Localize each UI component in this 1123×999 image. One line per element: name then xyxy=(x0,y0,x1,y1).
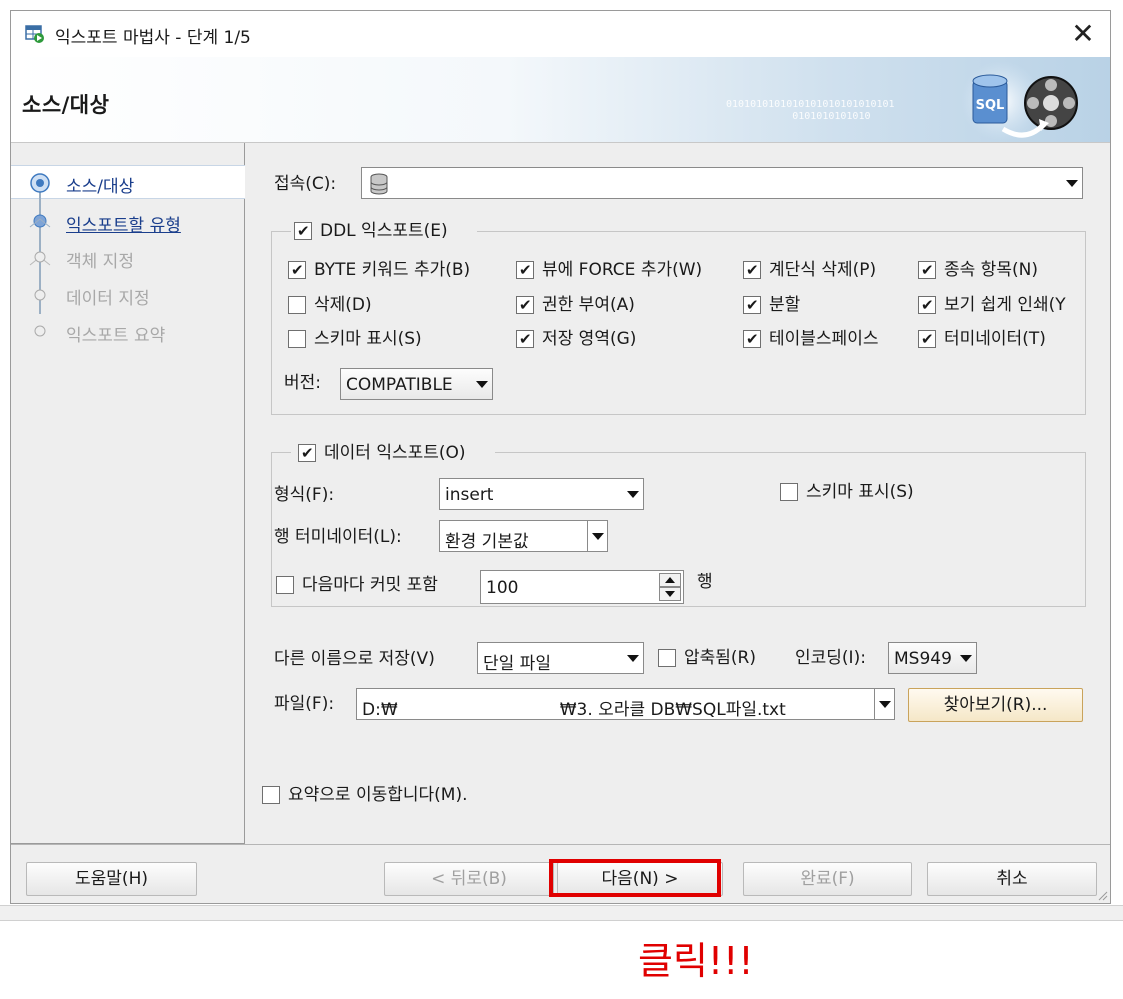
data-schema-checkbox[interactable] xyxy=(780,483,798,501)
chevron-down-icon xyxy=(476,381,488,388)
file-label: 파일(F): xyxy=(274,694,335,714)
compress-checkbox[interactable] xyxy=(658,649,676,667)
sql-export-graphic-icon: SQL xyxy=(961,61,1078,141)
format-label: 형식(F): xyxy=(274,485,335,505)
go-to-summary-checkbox[interactable] xyxy=(262,786,280,804)
step-specify-data: 데이터 지정 xyxy=(66,289,150,309)
back-button[interactable]: < 뒤로(B) xyxy=(384,862,554,896)
click-annotation: 클릭!!! xyxy=(638,939,754,983)
commit-label: 다음마다 커밋 포함 xyxy=(302,575,438,595)
format-select[interactable]: insert xyxy=(439,478,644,510)
step-export-type[interactable]: 익스포트할 유형 xyxy=(66,211,181,236)
steps-track-icon xyxy=(29,173,51,337)
page-title: 소스/대상 xyxy=(22,93,110,117)
ddl-option-label: 뷰에 FORCE 추가(W) xyxy=(542,260,703,280)
resize-grip-icon[interactable] xyxy=(1096,889,1108,901)
chevron-down-icon xyxy=(627,491,639,498)
file-path-combobox[interactable]: D:₩ ₩3. 오라클 DB₩SQL파일.txt xyxy=(356,688,895,720)
encoding-label: 인코딩(I): xyxy=(795,648,866,668)
chevron-down-icon xyxy=(587,521,607,551)
ddl-option-label: 삭제(D) xyxy=(314,295,372,315)
ddl-option-label: 저장 영역(G) xyxy=(542,329,637,349)
chevron-down-icon xyxy=(1066,180,1078,187)
next-button-highlight-box xyxy=(549,859,721,897)
encoding-select[interactable]: MS949 xyxy=(888,642,977,674)
row-terminator-select[interactable]: 환경 기본값 xyxy=(439,520,608,552)
file-path-value: D:₩ ₩3. 오라클 DB₩SQL파일.txt xyxy=(362,700,786,720)
commit-value: 100 xyxy=(486,578,519,598)
encoding-value: MS949 xyxy=(894,649,952,669)
version-value: COMPATIBLE xyxy=(346,375,453,395)
commit-unit-label: 행 xyxy=(697,572,713,592)
sql-badge: SQL xyxy=(976,98,1005,113)
ddl-option-label: BYTE 키워드 추가(B) xyxy=(314,260,471,280)
save-as-label: 다른 이름으로 저장(V) xyxy=(274,649,435,669)
spinner-arrows-icon[interactable] xyxy=(659,573,681,601)
commit-stepper[interactable]: 100 xyxy=(480,570,684,604)
connection-select[interactable] xyxy=(361,167,1083,199)
compress-label: 압축됨(R) xyxy=(684,648,756,668)
ddl-option-label: 분할 xyxy=(769,295,801,315)
step-source-target[interactable]: 소스/대상 xyxy=(66,172,134,197)
title-bar: 익스포트 마법사 - 단계 1/5 ✕ xyxy=(11,11,1110,57)
format-value: insert xyxy=(445,485,494,505)
database-icon xyxy=(370,173,388,195)
browse-button[interactable]: 찾아보기(R)... xyxy=(908,688,1083,722)
window-title: 익스포트 마법사 - 단계 1/5 xyxy=(55,28,251,48)
ddl-option-label: 터미네이터(T) xyxy=(944,329,1046,349)
data-export-label: 데이터 익스포트(O) xyxy=(324,443,466,463)
ddl-option-checkbox[interactable] xyxy=(918,295,936,315)
go-to-summary-label: 요약으로 이동합니다(M). xyxy=(288,785,468,805)
data-export-checkbox[interactable] xyxy=(298,443,316,463)
finish-button[interactable]: 완료(F) xyxy=(743,862,912,896)
divider xyxy=(11,844,1110,845)
cancel-button[interactable]: 취소 xyxy=(927,862,1097,896)
step-specify-objects: 객체 지정 xyxy=(66,252,134,272)
chevron-down-icon xyxy=(627,655,639,662)
ddl-option-checkbox[interactable] xyxy=(516,295,534,315)
save-as-select[interactable]: 단일 파일 xyxy=(477,642,644,674)
row-terminator-value: 환경 기본값 xyxy=(445,532,529,552)
chevron-down-icon xyxy=(960,655,972,662)
ddl-option-checkbox[interactable] xyxy=(918,329,936,349)
ddl-option-checkbox[interactable] xyxy=(516,260,534,280)
binary-decoration: 0101010101010101010101010101 01010101010… xyxy=(726,99,895,122)
wizard-header: 소스/대상 0101010101010101010101010101 01010… xyxy=(11,57,1110,143)
close-icon[interactable]: ✕ xyxy=(1064,15,1102,53)
connection-label: 접속(C): xyxy=(274,174,337,194)
ddl-option-label: 권한 부여(A) xyxy=(542,295,635,315)
ddl-export-label: DDL 익스포트(E) xyxy=(320,221,448,241)
ddl-option-checkbox[interactable] xyxy=(288,260,306,280)
ddl-option-checkbox[interactable] xyxy=(743,295,761,315)
ddl-option-label: 보기 쉽게 인쇄(Y xyxy=(944,295,1066,315)
ddl-option-label: 테이블스페이스 xyxy=(769,329,879,349)
background-strip xyxy=(0,905,1123,921)
ddl-option-label: 계단식 삭제(P) xyxy=(769,260,877,280)
version-label: 버전: xyxy=(284,373,322,393)
wizard-steps-panel: 소스/대상 익스포트할 유형 객체 지정 데이터 지정 익스포트 요약 xyxy=(11,143,245,844)
ddl-option-label: 종속 항목(N) xyxy=(944,260,1038,280)
help-button[interactable]: 도움말(H) xyxy=(26,862,197,896)
export-wizard-window: 익스포트 마법사 - 단계 1/5 ✕ 소스/대상 01010101010101… xyxy=(10,10,1111,904)
chevron-down-icon xyxy=(874,689,894,719)
ddl-export-checkbox[interactable] xyxy=(294,221,312,241)
ddl-option-checkbox[interactable] xyxy=(743,329,761,349)
save-as-value: 단일 파일 xyxy=(483,654,551,674)
ddl-option-checkbox[interactable] xyxy=(516,329,534,349)
data-schema-label: 스키마 표시(S) xyxy=(806,482,914,502)
step-export-summary: 익스포트 요약 xyxy=(66,326,166,346)
commit-checkbox[interactable] xyxy=(276,576,294,594)
version-select[interactable]: COMPATIBLE xyxy=(340,368,493,400)
app-icon xyxy=(25,24,45,44)
ddl-option-checkbox[interactable] xyxy=(288,296,306,314)
ddl-option-checkbox[interactable] xyxy=(918,260,936,280)
ddl-option-checkbox[interactable] xyxy=(288,330,306,348)
ddl-option-checkbox[interactable] xyxy=(743,260,761,280)
ddl-option-label: 스키마 표시(S) xyxy=(314,329,422,349)
row-terminator-label: 행 터미네이터(L): xyxy=(274,527,402,547)
